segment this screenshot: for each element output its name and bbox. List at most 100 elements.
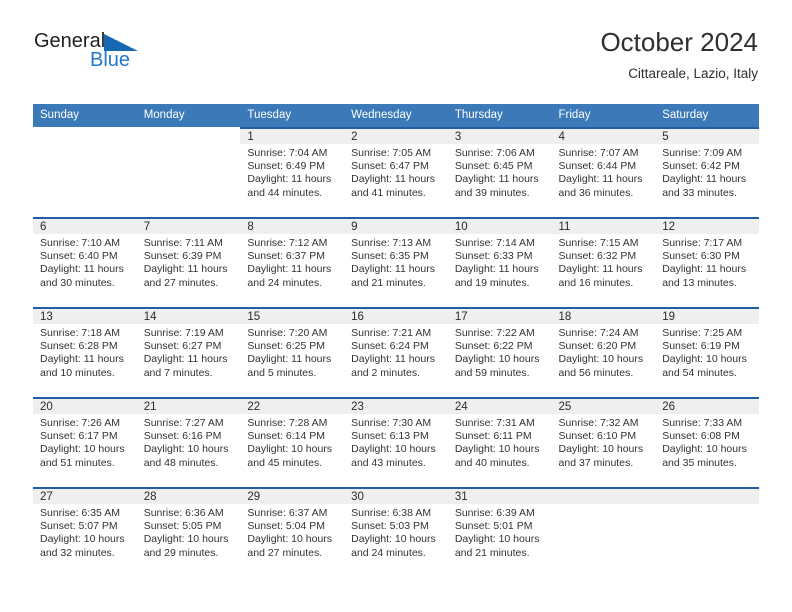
- calendar-day-cell[interactable]: 8 Sunrise: 7:12 AM Sunset: 6:37 PM Daylight…: [240, 217, 345, 307]
- general-blue-logo[interactable]: General Blue: [34, 30, 234, 70]
- sunset-text: Sunset: 6:25 PM: [247, 340, 326, 353]
- calendar-cell: 30 Sunrise: 6:38 AM Sunset: 5:03 PM Dayligh…: [344, 487, 448, 577]
- calendar-cell: 2 Sunrise: 7:05 AM Sunset: 6:47 PM Daylight…: [344, 127, 448, 217]
- calendar-week-row: 13 Sunrise: 7:18 AM Sunset: 6:28 PM Dayligh…: [33, 307, 759, 397]
- sunrise-text: Sunrise: 7:27 AM: [143, 417, 224, 429]
- calendar-day-cell[interactable]: 17 Sunrise: 7:22 AM Sunset: 6:22 PM Dayligh…: [447, 307, 552, 397]
- day-sun-info: Sunrise: 7:22 AM Sunset: 6:22 PM Daylight:…: [448, 324, 552, 380]
- day-number: [551, 487, 656, 504]
- calendar-cell: 20 Sunrise: 7:26 AM Sunset: 6:17 PM Dayligh…: [33, 397, 137, 487]
- daylight-text-line2: and 41 minutes.: [351, 186, 426, 199]
- calendar-week-row: 27 Sunrise: 6:35 AM Sunset: 5:07 PM Dayligh…: [33, 487, 759, 577]
- day-number: [137, 127, 241, 144]
- daylight-text-line2: and 21 minutes.: [454, 546, 530, 559]
- daylight-text-line1: Daylight: 11 hours: [143, 263, 228, 276]
- daylight-text-line2: and 59 minutes.: [454, 366, 530, 379]
- calendar-cell: [136, 127, 241, 217]
- calendar-day-cell[interactable]: 31 Sunrise: 6:39 AM Sunset: 5:01 PM Dayligh…: [447, 487, 552, 577]
- sunrise-text: Sunrise: 7:31 AM: [454, 417, 535, 429]
- page-title: October 2024: [600, 27, 758, 57]
- calendar-cell: 19 Sunrise: 7:25 AM Sunset: 6:19 PM Dayligh…: [655, 307, 759, 397]
- calendar-day-cell[interactable]: 11 Sunrise: 7:15 AM Sunset: 6:32 PM Dayligh…: [551, 217, 656, 307]
- day-sun-info: Sunrise: 7:11 AM Sunset: 6:39 PM Daylight:…: [137, 234, 241, 290]
- day-number: 10: [447, 217, 552, 234]
- calendar-day-cell[interactable]: 7 Sunrise: 7:11 AM Sunset: 6:39 PM Daylight…: [136, 217, 241, 307]
- day-sun-info: Sunrise: 7:17 AM Sunset: 6:30 PM Daylight:…: [655, 234, 759, 290]
- calendar-cell: 10 Sunrise: 7:14 AM Sunset: 6:33 PM Dayligh…: [447, 217, 552, 307]
- daylight-text-line2: and 36 minutes.: [558, 186, 634, 199]
- daylight-text-line2: and 45 minutes.: [247, 456, 323, 469]
- day-sun-info: Sunrise: 7:14 AM Sunset: 6:33 PM Daylight:…: [448, 234, 552, 290]
- calendar-day-cell[interactable]: 9 Sunrise: 7:13 AM Sunset: 6:35 PM Daylight…: [344, 217, 448, 307]
- calendar-day-cell[interactable]: 10 Sunrise: 7:14 AM Sunset: 6:33 PM Dayligh…: [447, 217, 552, 307]
- daylight-text-line2: and 24 minutes.: [247, 276, 323, 289]
- daylight-text-line1: Daylight: 11 hours: [662, 263, 747, 276]
- daylight-text-line2: and 21 minutes.: [351, 276, 426, 289]
- calendar-day-cell[interactable]: 4 Sunrise: 7:07 AM Sunset: 6:44 PM Daylight…: [551, 127, 656, 217]
- calendar-day-cell[interactable]: 18 Sunrise: 7:24 AM Sunset: 6:20 PM Dayligh…: [551, 307, 656, 397]
- blue-triangle-icon: [104, 34, 139, 56]
- calendar-cell: 7 Sunrise: 7:11 AM Sunset: 6:39 PM Daylight…: [136, 217, 241, 307]
- sunrise-text: Sunrise: 7:32 AM: [558, 417, 639, 429]
- calendar-cell: 24 Sunrise: 7:31 AM Sunset: 6:11 PM Dayligh…: [447, 397, 552, 487]
- day-sun-info: Sunrise: 6:36 AM Sunset: 5:05 PM Daylight:…: [137, 504, 241, 560]
- calendar-grid: Sunday Monday Tuesday Wednesday Thursday…: [33, 104, 759, 577]
- day-sun-info: Sunrise: 7:18 AM Sunset: 6:28 PM Daylight:…: [33, 324, 137, 380]
- daylight-text-line1: Daylight: 10 hours: [662, 353, 747, 366]
- calendar-day-cell[interactable]: 19 Sunrise: 7:25 AM Sunset: 6:19 PM Dayligh…: [655, 307, 759, 397]
- calendar-day-cell[interactable]: 28 Sunrise: 6:36 AM Sunset: 5:05 PM Dayligh…: [136, 487, 241, 577]
- day-number: 24: [447, 397, 552, 414]
- calendar-day-cell[interactable]: 24 Sunrise: 7:31 AM Sunset: 6:11 PM Dayligh…: [447, 397, 552, 487]
- calendar-day-cell[interactable]: 1 Sunrise: 7:04 AM Sunset: 6:49 PM Daylight…: [240, 127, 345, 217]
- day-sun-info: Sunrise: 7:07 AM Sunset: 6:44 PM Daylight:…: [552, 144, 656, 200]
- day-number: 30: [344, 487, 448, 504]
- daylight-text-line2: and 19 minutes.: [454, 276, 530, 289]
- daylight-text-line1: Daylight: 10 hours: [143, 443, 229, 456]
- calendar-day-cell[interactable]: 5 Sunrise: 7:09 AM Sunset: 6:42 PM Daylight…: [655, 127, 759, 217]
- sunset-text: Sunset: 6:13 PM: [351, 430, 429, 443]
- daylight-text-line1: Daylight: 10 hours: [143, 533, 229, 546]
- calendar-day-cell[interactable]: 13 Sunrise: 7:18 AM Sunset: 6:28 PM Dayligh…: [33, 307, 137, 397]
- calendar-day-cell[interactable]: 21 Sunrise: 7:27 AM Sunset: 6:16 PM Dayligh…: [136, 397, 241, 487]
- sunset-text: Sunset: 6:19 PM: [662, 340, 740, 353]
- calendar-day-cell[interactable]: 2 Sunrise: 7:05 AM Sunset: 6:47 PM Daylight…: [344, 127, 448, 217]
- day-sun-info: Sunrise: 7:04 AM Sunset: 6:49 PM Daylight:…: [240, 144, 344, 200]
- calendar-day-cell[interactable]: 25 Sunrise: 7:32 AM Sunset: 6:10 PM Dayligh…: [551, 397, 656, 487]
- day-number: 7: [136, 217, 241, 234]
- calendar-day-cell[interactable]: 3 Sunrise: 7:06 AM Sunset: 6:45 PM Daylight…: [447, 127, 552, 217]
- calendar-day-cell[interactable]: 14 Sunrise: 7:19 AM Sunset: 6:27 PM Dayligh…: [136, 307, 241, 397]
- day-number: 2: [344, 127, 448, 144]
- calendar-day-cell[interactable]: 30 Sunrise: 6:38 AM Sunset: 5:03 PM Dayligh…: [344, 487, 448, 577]
- daylight-text-line1: Daylight: 10 hours: [247, 443, 333, 456]
- calendar-cell: 25 Sunrise: 7:32 AM Sunset: 6:10 PM Dayligh…: [551, 397, 656, 487]
- calendar-table: Sunday Monday Tuesday Wednesday Thursday…: [33, 104, 759, 577]
- calendar-day-cell[interactable]: 12 Sunrise: 7:17 AM Sunset: 6:30 PM Dayligh…: [655, 217, 759, 307]
- day-number: 6: [33, 217, 137, 234]
- daylight-text-line1: Daylight: 11 hours: [40, 263, 124, 276]
- sunrise-text: Sunrise: 7:21 AM: [351, 327, 432, 339]
- daylight-text-line2: and 16 minutes.: [558, 276, 634, 289]
- weekday-header-tuesday: Tuesday: [240, 104, 345, 127]
- calendar-cell: 22 Sunrise: 7:28 AM Sunset: 6:14 PM Dayligh…: [240, 397, 345, 487]
- calendar-day-cell[interactable]: 6 Sunrise: 7:10 AM Sunset: 6:40 PM Daylight…: [33, 217, 137, 307]
- weekday-header-wednesday: Wednesday: [344, 104, 448, 127]
- calendar-cell: 4 Sunrise: 7:07 AM Sunset: 6:44 PM Daylight…: [551, 127, 656, 217]
- sunset-text: Sunset: 6:20 PM: [558, 340, 637, 353]
- daylight-text-line2: and 24 minutes.: [351, 546, 426, 559]
- daylight-text-line1: Daylight: 11 hours: [143, 353, 228, 366]
- daylight-text-line2: and 56 minutes.: [558, 366, 634, 379]
- sunrise-text: Sunrise: 7:22 AM: [454, 327, 535, 339]
- calendar-day-cell[interactable]: 16 Sunrise: 7:21 AM Sunset: 6:24 PM Dayligh…: [344, 307, 448, 397]
- day-sun-info: Sunrise: 7:05 AM Sunset: 6:47 PM Daylight:…: [344, 144, 448, 200]
- calendar-day-cell[interactable]: 20 Sunrise: 7:26 AM Sunset: 6:17 PM Dayligh…: [33, 397, 137, 487]
- calendar-day-cell[interactable]: 26 Sunrise: 7:33 AM Sunset: 6:08 PM Dayligh…: [655, 397, 759, 487]
- calendar-day-cell[interactable]: 22 Sunrise: 7:28 AM Sunset: 6:14 PM Dayligh…: [240, 397, 345, 487]
- day-sun-info: Sunrise: 7:30 AM Sunset: 6:13 PM Daylight:…: [344, 414, 448, 470]
- calendar-day-cell[interactable]: 23 Sunrise: 7:30 AM Sunset: 6:13 PM Dayligh…: [344, 397, 448, 487]
- daylight-text-line1: Daylight: 11 hours: [662, 173, 747, 186]
- calendar-day-cell[interactable]: 27 Sunrise: 6:35 AM Sunset: 5:07 PM Dayligh…: [33, 487, 137, 577]
- calendar-day-cell[interactable]: 29 Sunrise: 6:37 AM Sunset: 5:04 PM Dayligh…: [240, 487, 345, 577]
- sunrise-text: Sunrise: 7:26 AM: [40, 417, 120, 429]
- daylight-text-line2: and 37 minutes.: [558, 456, 634, 469]
- calendar-day-cell[interactable]: 15 Sunrise: 7:20 AM Sunset: 6:25 PM Dayligh…: [240, 307, 345, 397]
